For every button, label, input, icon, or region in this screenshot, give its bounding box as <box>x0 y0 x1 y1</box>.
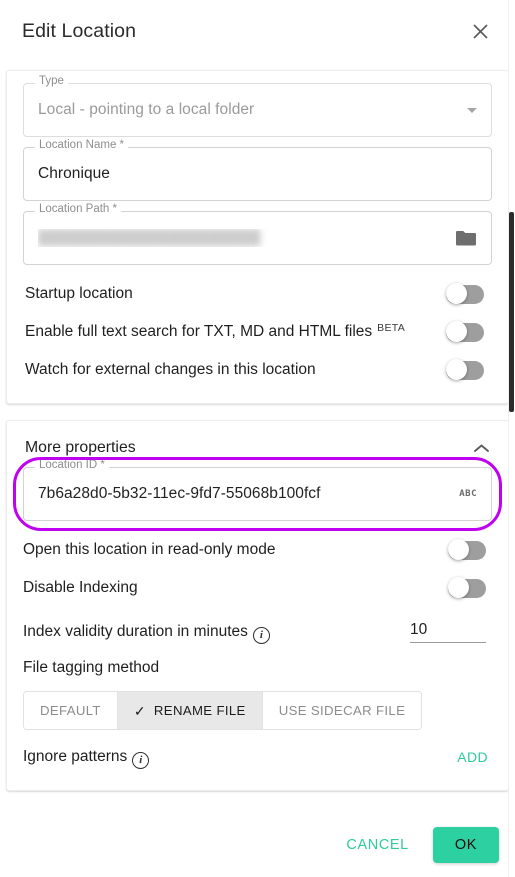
watch-external-changes-toggle[interactable] <box>446 359 484 380</box>
ignore-patterns-row: Ignore patterns i ADD <box>23 738 492 776</box>
tagging-option-default-label: DEFAULT <box>40 703 101 718</box>
tagging-option-rename-file[interactable]: ✓ RENAME FILE <box>117 692 263 729</box>
file-tagging-label: File tagging method <box>23 659 160 676</box>
location-path-label: Location Path * <box>35 203 122 216</box>
read-only-mode-label: Open this location in read-only mode <box>23 541 276 558</box>
disable-indexing-toggle[interactable] <box>448 577 486 598</box>
full-text-search-text: Enable full text search for TXT, MD and … <box>25 323 373 340</box>
location-path-value: ██████████████████████ <box>38 229 447 247</box>
tagging-option-use-sidecar-file[interactable]: USE SIDECAR FILE <box>262 692 422 729</box>
file-tagging-method-group: DEFAULT ✓ RENAME FILE USE SIDECAR FILE <box>23 691 423 730</box>
location-name-value: Chronique <box>38 165 110 182</box>
scrollbar-thumb[interactable] <box>509 212 514 412</box>
index-validity-label: Index validity duration in minutes <box>23 622 248 640</box>
index-validity-label-group: Index validity duration in minutes i <box>23 622 410 644</box>
more-properties-title: More properties <box>25 439 136 456</box>
ignore-patterns-label: Ignore patterns <box>23 747 128 765</box>
more-properties-card: More properties Location ID * 7b6a28d0-5… <box>6 420 509 791</box>
page-title: Edit Location <box>22 19 137 42</box>
index-validity-row: Index validity duration in minutes i 10 <box>23 613 492 651</box>
ignore-patterns-label-group: Ignore patterns i <box>23 747 457 769</box>
location-name-label: Location Name * <box>35 139 129 152</box>
index-validity-value: 10 <box>410 621 428 638</box>
disable-indexing-row: Disable Indexing <box>23 569 492 607</box>
cancel-button[interactable]: CANCEL <box>336 829 418 861</box>
edit-location-dialog: Edit Location Type Local - pointing to a… <box>0 0 515 877</box>
watch-external-changes-label: Watch for external changes in this locat… <box>25 361 316 378</box>
location-id-value: 7b6a28d0-5b32-11ec-9fd7-55068b100fcf <box>38 485 321 502</box>
disable-indexing-label: Disable Indexing <box>23 579 138 596</box>
tagging-option-default[interactable]: DEFAULT <box>24 692 118 729</box>
toggle-list: Startup location Enable full text search… <box>23 275 492 389</box>
abc-icon[interactable]: ABC <box>459 489 477 499</box>
dialog-header: Edit Location <box>0 0 515 62</box>
read-only-mode-row: Open this location in read-only mode <box>23 531 492 569</box>
startup-location-toggle[interactable] <box>446 283 484 304</box>
startup-location-label: Startup location <box>25 285 133 302</box>
chevron-up-icon[interactable] <box>473 443 490 454</box>
full-text-search-label: Enable full text search for TXT, MD and … <box>25 322 446 341</box>
type-value: Local - pointing to a local folder <box>38 101 255 118</box>
location-settings-card: Type Local - pointing to a local folder … <box>6 70 509 404</box>
add-ignore-pattern-button[interactable]: ADD <box>457 749 488 765</box>
location-id-label: Location ID * <box>35 459 109 472</box>
redacted-path-text: ██████████████████████ <box>38 229 261 245</box>
chevron-down-icon[interactable] <box>467 107 477 113</box>
beta-badge: BETA <box>377 322 406 334</box>
info-icon[interactable]: i <box>252 626 270 644</box>
watch-external-changes-row: Watch for external changes in this locat… <box>25 351 490 389</box>
folder-icon[interactable] <box>455 229 477 247</box>
abc-icon-label: ABC <box>459 489 477 499</box>
dialog-footer: CANCEL OK <box>0 813 515 877</box>
close-icon[interactable] <box>465 16 495 46</box>
type-label: Type <box>35 75 68 88</box>
ok-button[interactable]: OK <box>432 827 499 863</box>
check-icon: ✓ <box>133 702 146 719</box>
type-select[interactable]: Type Local - pointing to a local folder <box>23 75 492 137</box>
tagging-option-use-sidecar-file-label: USE SIDECAR FILE <box>278 703 406 718</box>
full-text-search-toggle[interactable] <box>446 321 484 342</box>
tagging-option-rename-file-label: RENAME FILE <box>153 703 246 718</box>
file-tagging-section: File tagging method DEFAULT ✓ RENAME FIL… <box>23 651 492 730</box>
location-name-input[interactable]: Location Name * Chronique <box>23 139 492 201</box>
read-only-mode-toggle[interactable] <box>448 539 486 560</box>
scrollbar-track[interactable] <box>508 0 515 877</box>
info-icon[interactable]: i <box>132 751 150 769</box>
location-id-input[interactable]: Location ID * 7b6a28d0-5b32-11ec-9fd7-55… <box>23 459 492 521</box>
full-text-search-row: Enable full text search for TXT, MD and … <box>25 313 490 351</box>
index-validity-input[interactable]: 10 <box>410 621 486 643</box>
location-path-input[interactable]: Location Path * ██████████████████████ <box>23 203 492 265</box>
startup-location-row: Startup location <box>25 275 490 313</box>
